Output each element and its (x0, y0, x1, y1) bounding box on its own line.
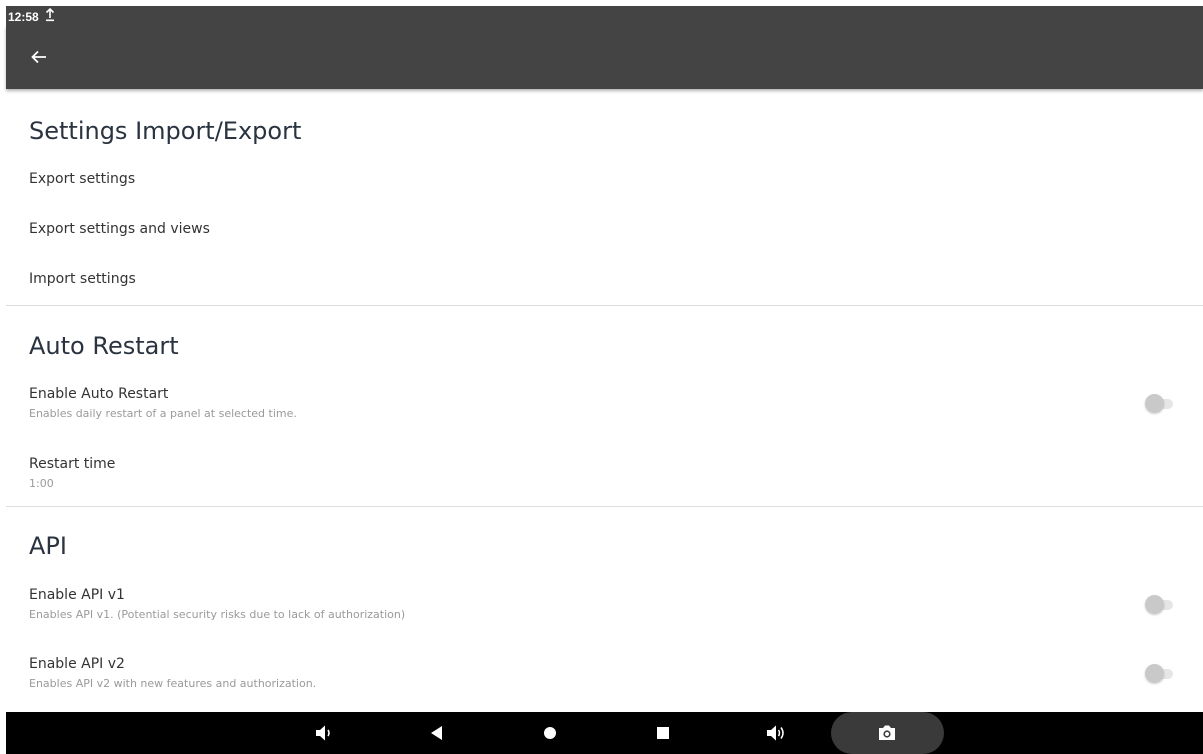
enable-auto-restart-label: Enable Auto Restart (29, 386, 169, 402)
enable-auto-restart-summary: Enables daily restart of a panel at sele… (29, 407, 297, 420)
system-nav-bar (6, 712, 1203, 754)
recents-square-icon[interactable] (651, 722, 675, 744)
arrow-back-icon[interactable] (26, 44, 52, 70)
status-bar: 12:58 (6, 6, 1203, 26)
export-settings-label: Export settings (29, 171, 136, 187)
restart-time-value: 1:00 (29, 477, 54, 490)
section-title-import-export: Settings Import/Export (29, 117, 302, 145)
back-triangle-icon[interactable] (425, 722, 449, 744)
volume-up-icon[interactable] (764, 722, 788, 744)
api-v1-switch[interactable] (1145, 595, 1175, 615)
export-settings-views-label: Export settings and views (29, 221, 210, 237)
home-circle-icon[interactable] (538, 722, 562, 744)
enable-api-v2-item[interactable]: Enable API v2 Enables API v2 with new fe… (6, 649, 1203, 697)
section-title-auto-restart: Auto Restart (29, 332, 179, 360)
api-v2-switch[interactable] (1145, 664, 1175, 684)
enable-api-v1-label: Enable API v1 (29, 587, 125, 603)
upload-icon (45, 7, 55, 25)
enable-api-v2-summary: Enables API v2 with new features and aut… (29, 677, 317, 690)
screenshot-button[interactable] (831, 712, 944, 754)
enable-auto-restart-item[interactable]: Enable Auto Restart Enables daily restar… (6, 379, 1203, 427)
import-settings-item[interactable]: Import settings (6, 263, 1203, 301)
section-title-api: API (29, 532, 67, 560)
enable-api-v1-summary: Enables API v1. (Potential security risk… (29, 608, 406, 621)
clock: 12:58 (8, 10, 39, 24)
section-divider (6, 305, 1203, 306)
section-divider (6, 506, 1203, 507)
volume-down-icon[interactable] (312, 722, 336, 744)
export-settings-views-item[interactable]: Export settings and views (6, 213, 1203, 251)
camera-icon (876, 723, 898, 748)
import-settings-label: Import settings (29, 271, 136, 287)
enable-api-v2-label: Enable API v2 (29, 656, 125, 672)
restart-time-label: Restart time (29, 456, 116, 472)
export-settings-item[interactable]: Export settings (6, 163, 1203, 201)
auto-restart-switch[interactable] (1145, 394, 1175, 414)
enable-api-v1-item[interactable]: Enable API v1 Enables API v1. (Potential… (6, 580, 1203, 628)
restart-time-item[interactable]: Restart time 1:00 (6, 449, 1203, 497)
app-toolbar (6, 26, 1203, 89)
settings-list[interactable]: Settings Import/Export Export settings E… (6, 89, 1203, 712)
